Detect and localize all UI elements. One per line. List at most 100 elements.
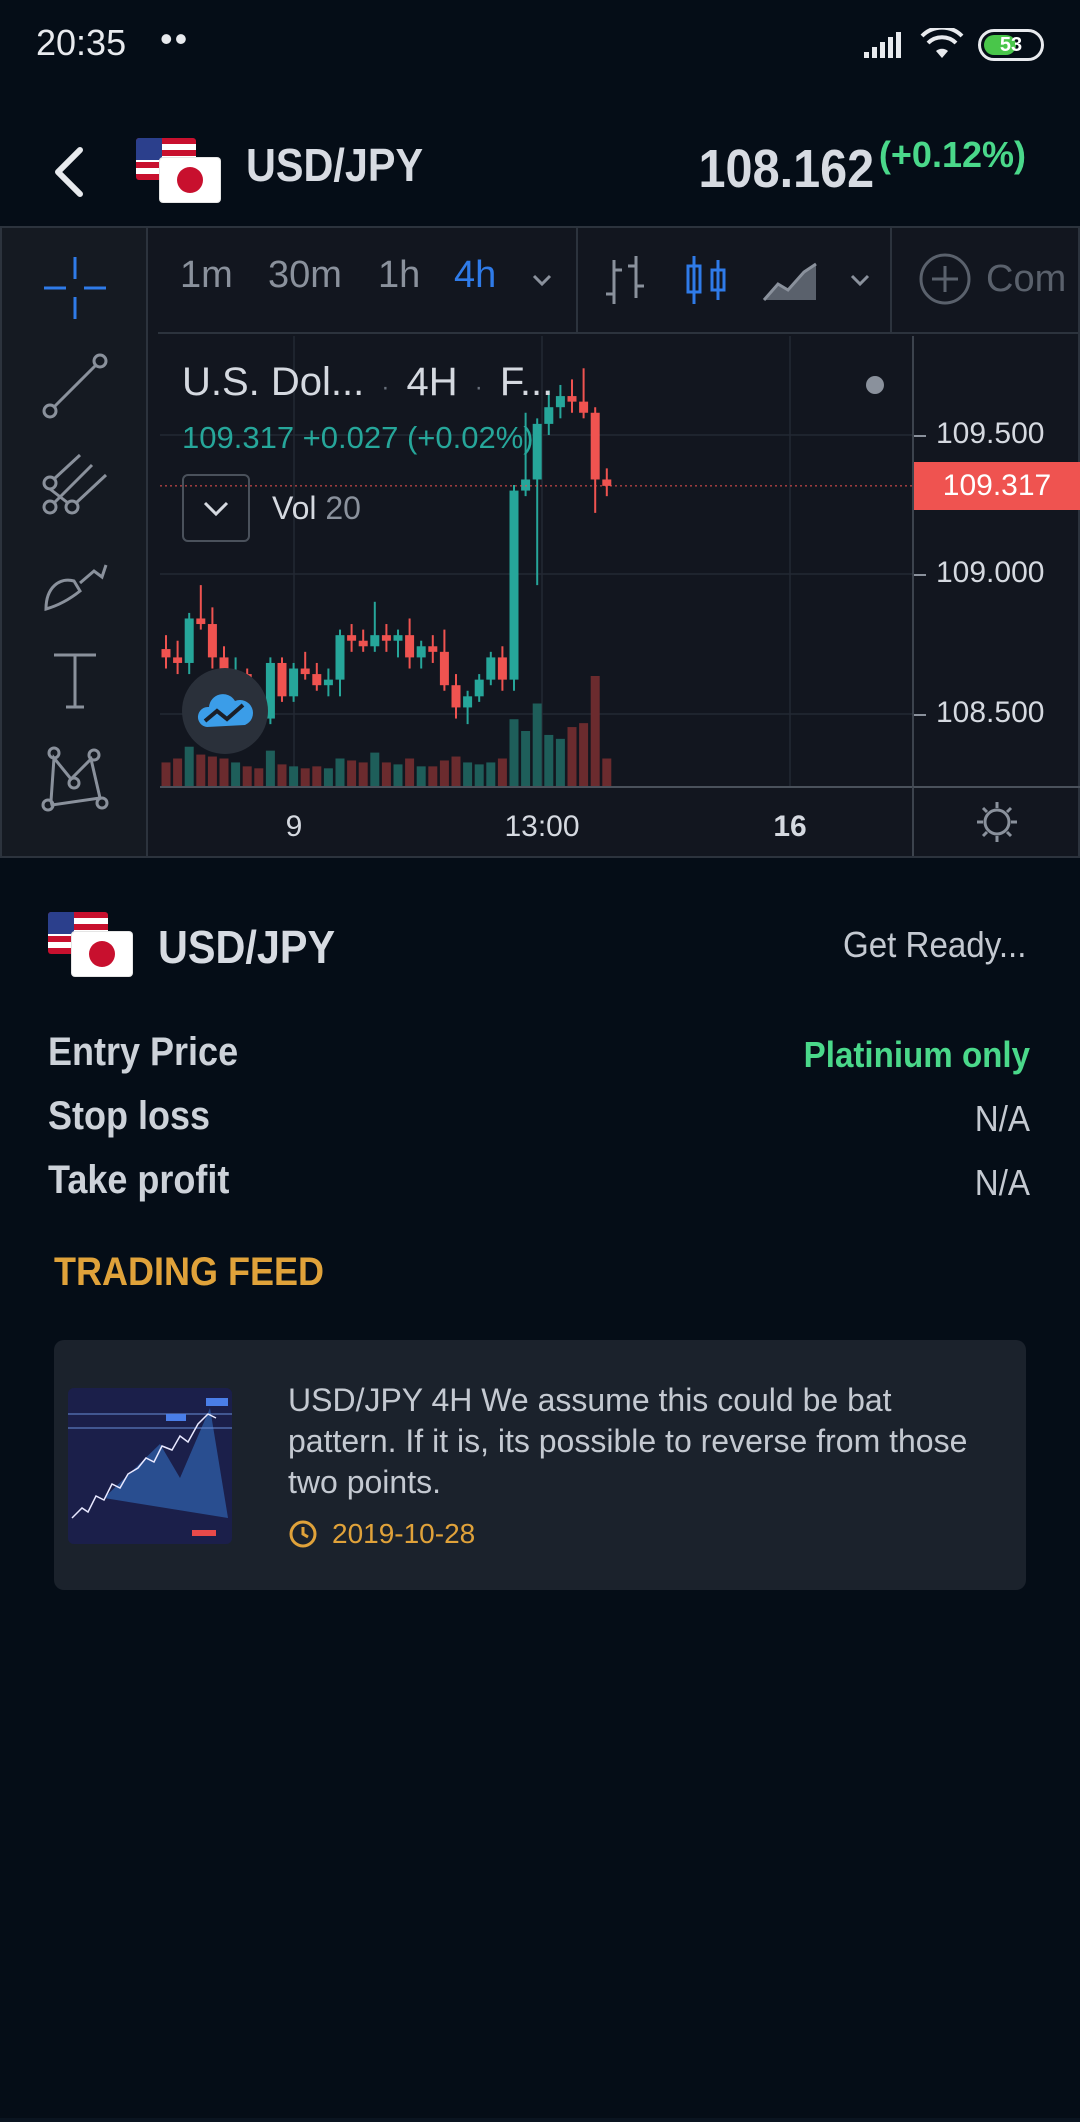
volume-bar [219, 758, 229, 786]
signal-icon [864, 32, 901, 58]
price-tick [914, 435, 926, 437]
text-tool[interactable] [35, 640, 115, 720]
candle-body [428, 646, 438, 652]
chart-widget[interactable]: 1m 30m 1h 4h Com U.S. Dol... · 4H · F...… [0, 226, 1080, 858]
last-price-tag: 109.317 [914, 461, 1080, 510]
candle-body [370, 635, 380, 647]
volume-bar [428, 766, 438, 786]
chart-toolbar: 1m 30m 1h 4h Com [158, 228, 1080, 334]
candle-body [300, 668, 310, 675]
volume-bar [300, 768, 310, 786]
feed-item-date: 2019-10-28 [332, 1518, 476, 1549]
volume-value: 20 [325, 490, 361, 526]
legend-title: U.S. Dol... · 4H · F... [182, 360, 602, 405]
volume-bar [497, 758, 507, 786]
legend-interval: 4H [406, 360, 458, 404]
volume-bar [439, 760, 449, 786]
crosshair-icon [44, 257, 106, 319]
timeframe-4h[interactable]: 4h [454, 254, 496, 297]
candle-body [486, 657, 496, 680]
trend-line-icon [42, 353, 108, 419]
volume-bar [289, 766, 299, 786]
wifi-icon [920, 28, 964, 58]
timeframe-1m[interactable]: 1m [180, 254, 233, 297]
candle-body [289, 668, 299, 697]
bars-chart-icon[interactable] [600, 252, 652, 308]
volume-bar [416, 766, 426, 786]
feed-item[interactable]: USD/JPY 4H We assume this could be bat p… [54, 1340, 1026, 1590]
pattern-tool[interactable] [35, 738, 115, 818]
clock-icon [289, 1520, 317, 1548]
volume-bar [358, 762, 368, 786]
volume-bar [486, 762, 496, 786]
price-axis[interactable]: 109.500 109.000 108.500 109.317 [912, 336, 1080, 786]
volume-bar [254, 768, 264, 786]
candle-body [416, 646, 426, 658]
candle-body [474, 679, 484, 697]
candle-body [335, 635, 345, 680]
candle-body [196, 618, 206, 625]
volume-bar [567, 727, 577, 786]
signal-status: Get Ready... [842, 924, 1026, 965]
chart-settings-button[interactable] [912, 786, 1080, 856]
pattern-icon [41, 746, 109, 812]
volume-bar [242, 766, 252, 786]
battery-level: 53 [999, 33, 1023, 56]
volume-bar [393, 764, 403, 786]
feed-item-thumbnail [68, 1388, 232, 1544]
volume-bar [347, 760, 357, 786]
timeframe-1h[interactable]: 1h [378, 254, 420, 297]
volume-bar [579, 723, 589, 786]
notification-dots: •• [160, 18, 190, 59]
time-axis[interactable]: 9 13:00 16 [160, 786, 912, 856]
candle-body [393, 635, 403, 641]
chevron-down-icon[interactable] [848, 268, 872, 292]
area-chart-icon[interactable] [760, 252, 820, 308]
entry-price-value[interactable]: Platinium only [804, 1034, 1030, 1076]
timeframe-30m[interactable]: 30m [268, 254, 342, 297]
volume-bar [509, 719, 519, 786]
chevron-down-icon[interactable] [530, 268, 554, 292]
candle-body [521, 479, 531, 491]
compare-button[interactable]: Com [918, 252, 1066, 306]
collapse-indicators-button[interactable] [182, 474, 250, 542]
volume-bar [335, 758, 345, 786]
legend-symbol: U.S. Dol... [182, 360, 365, 404]
chevron-down-icon [203, 501, 229, 517]
volume-bar [231, 762, 241, 786]
volume-bar [532, 703, 542, 786]
brush-tool[interactable] [35, 542, 115, 622]
time-label-1300: 13:00 [504, 810, 580, 843]
back-button[interactable] [46, 144, 96, 200]
crosshair-tool[interactable] [35, 248, 115, 328]
volume-bar [277, 764, 287, 786]
candle-body [602, 479, 612, 486]
pitchfork-tool[interactable] [35, 444, 115, 524]
market-status-dot [866, 376, 884, 394]
volume-bar [602, 758, 612, 786]
candle-body [312, 674, 322, 686]
legend-separator: · [381, 374, 390, 401]
volume-bar [544, 734, 554, 786]
candle-body [184, 618, 194, 663]
candle-body [439, 651, 449, 686]
candle-body [161, 649, 171, 658]
usd-jpy-flag-icon [48, 912, 132, 976]
candles-chart-icon[interactable] [680, 252, 732, 308]
time-label-9: 9 [285, 810, 303, 843]
gear-icon [977, 802, 1017, 842]
trend-line-tool[interactable] [35, 346, 115, 426]
plus-circle-icon [919, 253, 971, 305]
status-bar: 20:35 •• 53 [0, 0, 1080, 90]
candle-body [277, 662, 287, 697]
pitchfork-icon [42, 453, 108, 515]
candle-body [509, 490, 519, 680]
status-icons: 53 [864, 26, 1044, 64]
chart-logo-button[interactable] [182, 668, 268, 754]
compare-label: Com [986, 257, 1067, 300]
volume-bar [463, 762, 473, 786]
trading-feed-title: TRADING FEED [54, 1250, 324, 1294]
volume-bar [312, 766, 322, 786]
battery-icon: 53 [978, 29, 1044, 61]
header-price: 108.162 [698, 139, 874, 199]
